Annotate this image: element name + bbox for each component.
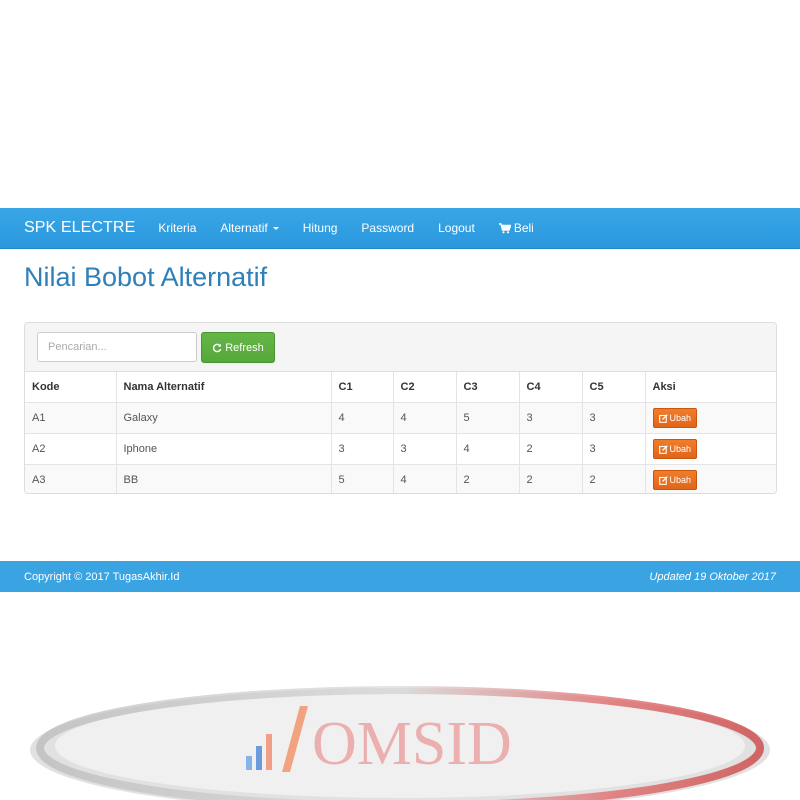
nav-item-label: Kriteria — [158, 221, 197, 235]
footer-updated: Updated 19 Oktober 2017 — [649, 571, 776, 583]
cell-aksi: Ubah — [644, 464, 776, 493]
cell-c1: 3 — [330, 433, 393, 465]
cell-aksi: Ubah — [644, 433, 776, 465]
cell-c1: 4 — [330, 402, 393, 434]
column-header[interactable]: C2 — [392, 372, 456, 403]
watermark-text: OMSID — [312, 710, 512, 778]
cell-c2: 4 — [392, 464, 456, 493]
cell-c4: 2 — [518, 433, 582, 465]
nav-item-kriteria[interactable]: Kriteria — [158, 221, 196, 235]
omsid-watermark-logo: OMSID — [30, 686, 770, 800]
nav-item-beli[interactable]: Beli — [498, 221, 534, 235]
cell-c4: 3 — [518, 402, 582, 434]
ubah-button[interactable]: Ubah — [652, 470, 698, 490]
page: SPK ELECTRE Kriteria Alternatif Hitung P… — [0, 0, 800, 800]
column-header[interactable]: C4 — [518, 372, 582, 403]
cell-nama: Iphone — [115, 433, 331, 465]
column-header[interactable]: Kode — [25, 372, 116, 403]
footer-copyright: Copyright © 2017 TugasAkhir.Id — [24, 571, 180, 583]
navbar: SPK ELECTRE Kriteria Alternatif Hitung P… — [0, 208, 800, 249]
column-header[interactable]: C5 — [581, 372, 645, 403]
table-row: A2 Iphone 3 3 4 2 3 Ubah — [25, 433, 776, 465]
navbar-brand[interactable]: SPK ELECTRE — [24, 219, 135, 237]
ubah-button[interactable]: Ubah — [652, 439, 698, 459]
nav-item-label: Password — [361, 221, 415, 235]
column-header[interactable]: Nama Alternatif — [115, 372, 331, 403]
table-row: A1 Galaxy 4 4 5 3 3 Ubah — [25, 402, 776, 434]
nav-item-password[interactable]: Password — [361, 221, 414, 235]
refresh-button[interactable]: Refresh — [201, 332, 275, 363]
shopping-cart-icon — [498, 222, 511, 233]
column-header[interactable]: C1 — [330, 372, 393, 403]
page-title: Nilai Bobot Alternatif — [24, 262, 268, 292]
refresh-icon — [213, 343, 222, 352]
search-input[interactable] — [37, 332, 197, 362]
cell-c5: 3 — [581, 402, 645, 434]
cell-c5: 3 — [581, 433, 645, 465]
column-header: Aksi — [644, 372, 776, 403]
footer: Copyright © 2017 TugasAkhir.Id Updated 1… — [0, 561, 800, 592]
nav-item-logout[interactable]: Logout — [438, 221, 475, 235]
ubah-label: Ubah — [669, 475, 692, 485]
edit-icon — [658, 444, 668, 454]
refresh-label: Refresh — [225, 341, 264, 354]
cell-c4: 2 — [518, 464, 582, 493]
nav-item-hitung[interactable]: Hitung — [303, 221, 338, 235]
cell-c2: 4 — [392, 402, 456, 434]
caret-down-icon — [272, 226, 279, 230]
nav-item-label: Logout — [438, 221, 475, 235]
data-panel: Refresh Kode Nama Alternatif C1 C2 C3 C4… — [24, 322, 777, 494]
ubah-label: Ubah — [669, 444, 692, 454]
edit-icon — [658, 475, 668, 485]
nav-item-alternatif-dropdown[interactable]: Alternatif — [220, 221, 279, 235]
cell-kode: A3 — [25, 464, 116, 493]
data-table: Kode Nama Alternatif C1 C2 C3 C4 C5 Aksi… — [25, 372, 776, 493]
nav-item-label: Hitung — [302, 221, 338, 235]
cell-nama: Galaxy — [115, 402, 331, 434]
table-row: A3 BB 5 4 2 2 2 Ubah — [25, 464, 776, 493]
nav-item-label: Beli — [513, 221, 534, 235]
column-header[interactable]: C3 — [455, 372, 519, 403]
ubah-button[interactable]: Ubah — [652, 408, 698, 428]
cell-c1: 5 — [330, 464, 393, 493]
panel-toolbar: Refresh — [25, 323, 776, 372]
cell-nama: BB — [115, 464, 331, 493]
cell-kode: A1 — [25, 402, 116, 434]
cell-c3: 5 — [455, 402, 519, 434]
edit-icon — [658, 413, 668, 423]
cell-c2: 3 — [392, 433, 456, 465]
cell-aksi: Ubah — [644, 402, 776, 434]
cell-c3: 2 — [455, 464, 519, 493]
cell-c3: 4 — [455, 433, 519, 465]
ubah-label: Ubah — [669, 413, 692, 423]
nav-item-label: Alternatif — [220, 221, 268, 235]
cell-c5: 2 — [581, 464, 645, 493]
cell-kode: A2 — [25, 433, 116, 465]
table-header-row: Kode Nama Alternatif C1 C2 C3 C4 C5 Aksi — [25, 372, 776, 403]
